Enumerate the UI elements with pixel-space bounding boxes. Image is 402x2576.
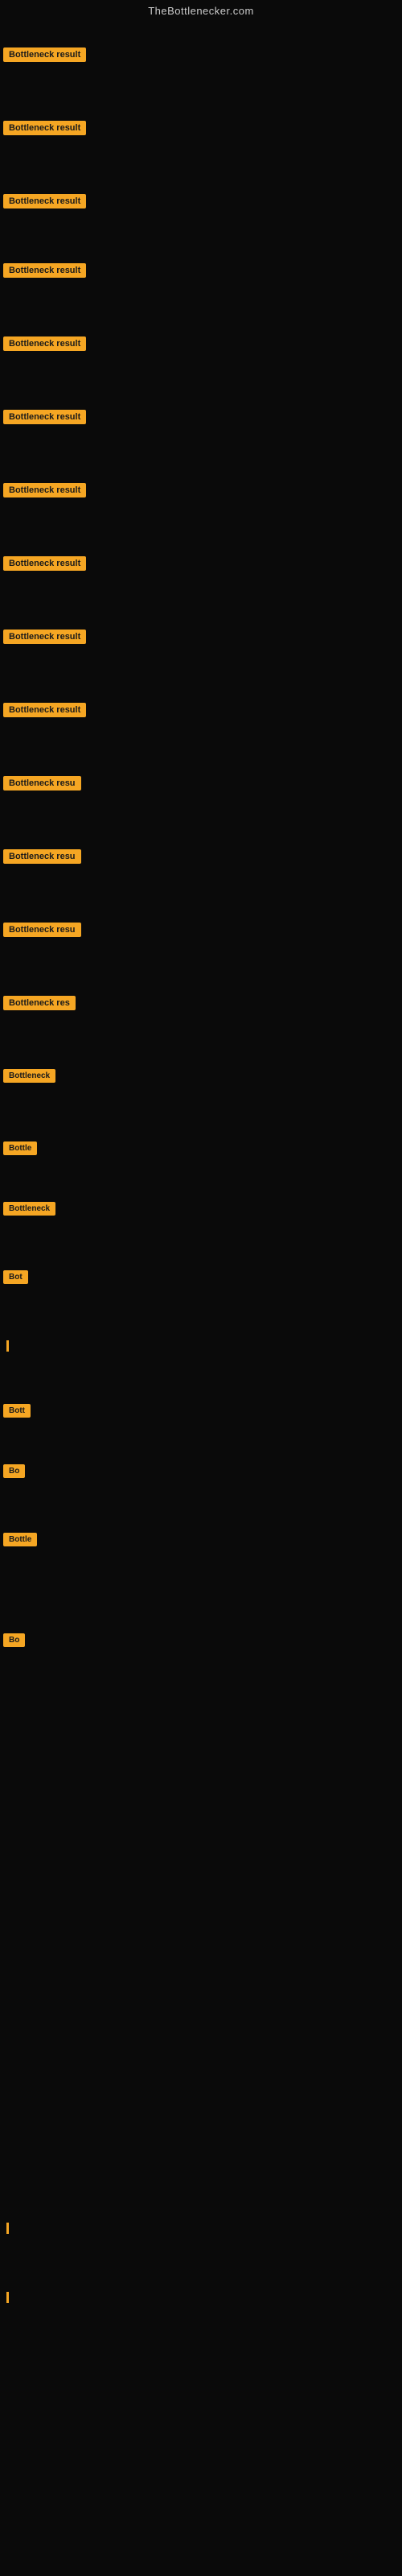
result-row-17: Bottleneck xyxy=(0,1199,402,1223)
bottom-bar-2 xyxy=(0,2287,402,2308)
result-row-7: Bottleneck result xyxy=(0,480,402,505)
result-badge-11: Bottleneck resu xyxy=(3,776,81,791)
result-row-2: Bottleneck result xyxy=(0,118,402,142)
result-row-21: Bo xyxy=(0,1461,402,1485)
result-badge-15: Bottleneck xyxy=(3,1069,55,1083)
result-row-8: Bottleneck result xyxy=(0,553,402,578)
result-badge-3: Bottleneck result xyxy=(3,194,86,208)
result-badge-12: Bottleneck resu xyxy=(3,849,81,864)
result-row-6: Bottleneck result xyxy=(0,407,402,431)
result-row-3: Bottleneck result xyxy=(0,191,402,216)
result-badge-8: Bottleneck result xyxy=(3,556,86,571)
vertical-bar-19 xyxy=(6,1340,9,1352)
empty-space-3 xyxy=(0,2308,402,2549)
result-row-9: Bottleneck result xyxy=(0,626,402,651)
result-badge-21: Bo xyxy=(3,1464,25,1478)
result-badge-2: Bottleneck result xyxy=(3,121,86,135)
result-badge-18: Bot xyxy=(3,1270,28,1284)
result-row-15: Bottleneck xyxy=(0,1066,402,1090)
result-badge-5: Bottleneck result xyxy=(3,336,86,351)
result-badge-17: Bottleneck xyxy=(3,1202,55,1216)
site-title: TheBottlenecker.com xyxy=(0,0,402,20)
result-row-14: Bottleneck res xyxy=(0,993,402,1018)
result-badge-22: Bottle xyxy=(3,1533,37,1546)
result-badge-23: Bo xyxy=(3,1633,25,1647)
result-row-5: Bottleneck result xyxy=(0,333,402,358)
result-row-19 xyxy=(0,1335,402,1356)
result-badge-14: Bottleneck res xyxy=(3,996,76,1010)
result-badge-20: Bott xyxy=(3,1404,31,1418)
result-row-16: Bottle xyxy=(0,1138,402,1162)
result-badge-6: Bottleneck result xyxy=(3,410,86,424)
empty-space-1 xyxy=(0,1654,402,2218)
result-badge-9: Bottleneck result xyxy=(3,630,86,644)
empty-space-2 xyxy=(0,2239,402,2287)
result-row-11: Bottleneck resu xyxy=(0,773,402,798)
result-row-1: Bottleneck result xyxy=(0,44,402,69)
result-row-4: Bottleneck result xyxy=(0,260,402,285)
result-row-20: Bott xyxy=(0,1401,402,1425)
result-row-23: Bo xyxy=(0,1630,402,1654)
result-badge-1: Bottleneck result xyxy=(3,47,86,62)
vertical-bar-bottom-1 xyxy=(6,2223,9,2234)
result-badge-10: Bottleneck result xyxy=(3,703,86,717)
result-badge-16: Bottle xyxy=(3,1141,37,1155)
result-row-10: Bottleneck result xyxy=(0,700,402,724)
result-badge-7: Bottleneck result xyxy=(3,483,86,497)
result-row-13: Bottleneck resu xyxy=(0,919,402,944)
result-badge-13: Bottleneck resu xyxy=(3,923,81,937)
bottom-bar-1 xyxy=(0,2218,402,2239)
result-row-12: Bottleneck resu xyxy=(0,846,402,871)
vertical-bar-bottom-2 xyxy=(6,2292,9,2303)
result-row-18: Bot xyxy=(0,1267,402,1291)
result-badge-4: Bottleneck result xyxy=(3,263,86,278)
result-row-22: Bottle xyxy=(0,1530,402,1554)
